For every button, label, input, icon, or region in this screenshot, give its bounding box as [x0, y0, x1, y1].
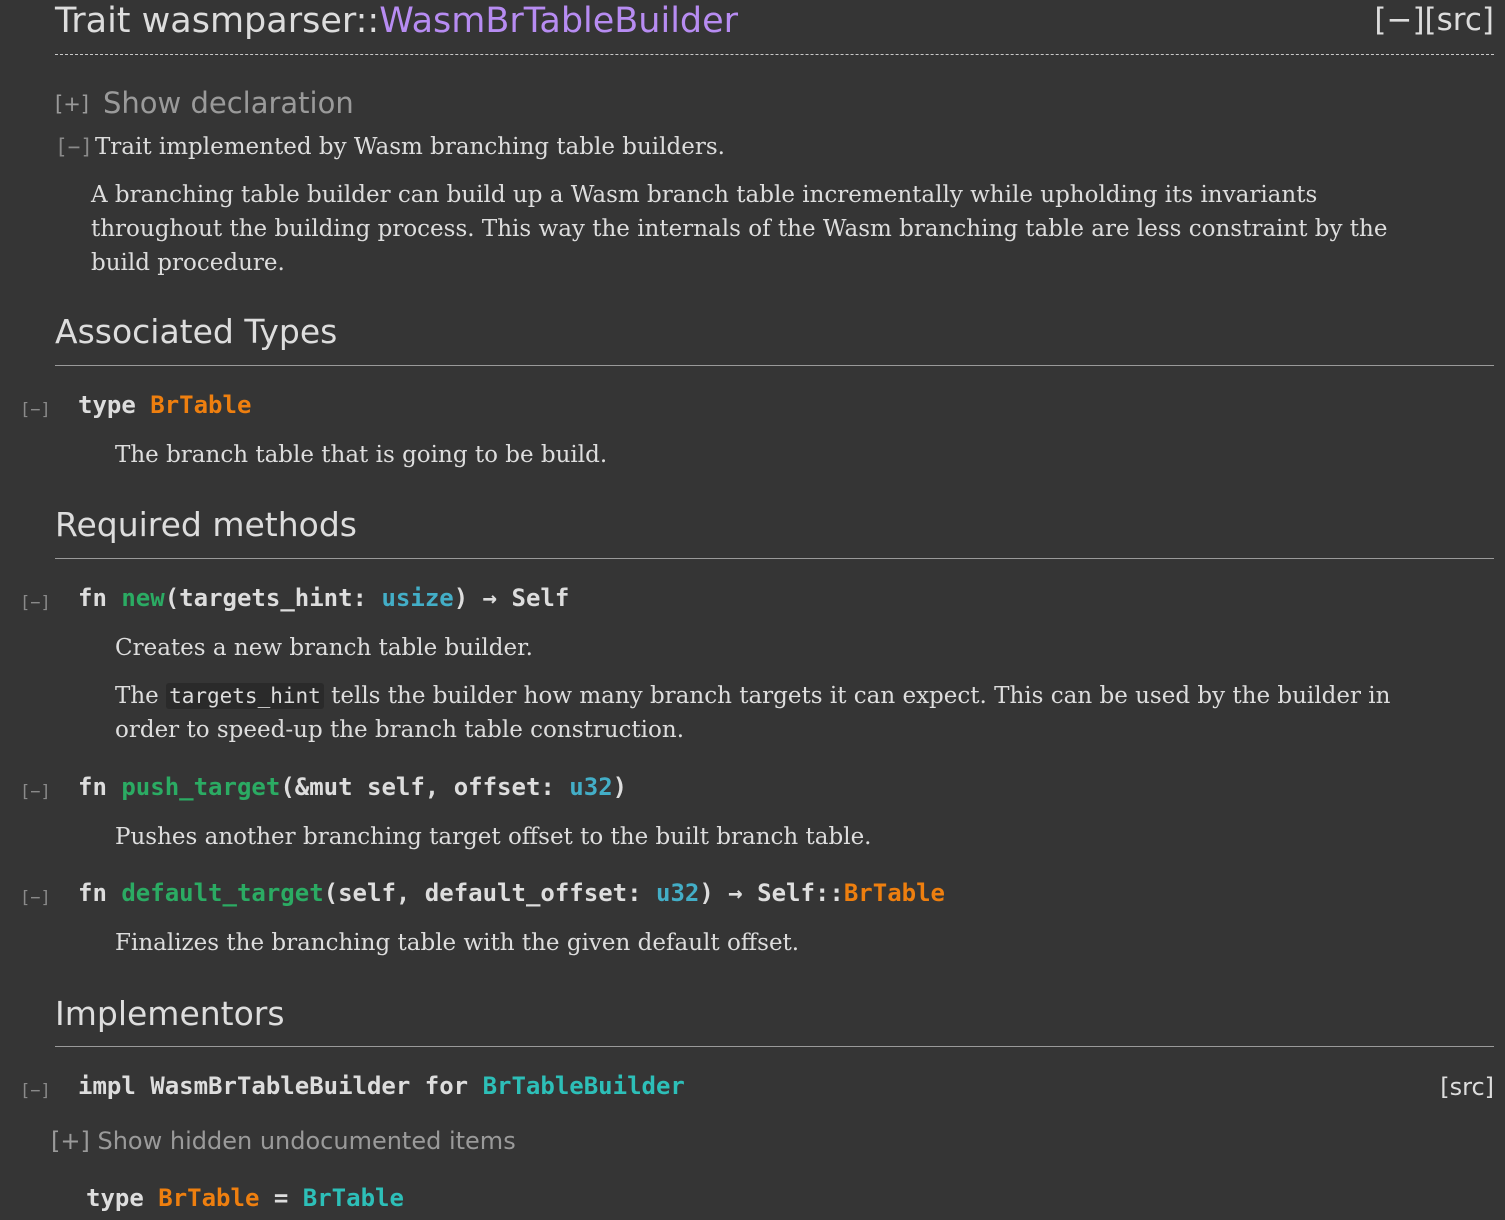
collapse-toggle[interactable]: [−] — [20, 400, 51, 420]
impl-type-line: type BrTable = BrTable — [86, 1183, 404, 1213]
method-signature-new: fn new(targets_hint: usize) → Self — [78, 583, 569, 613]
doc-line: The targets_hint tells the builder how m… — [115, 679, 1495, 713]
method-return: ) → Self — [453, 584, 570, 612]
keyword: fn — [78, 879, 107, 907]
method-args: (self, default_offset: — [323, 879, 656, 907]
primitive-type-link[interactable]: usize — [381, 584, 453, 612]
doc-text: The — [115, 683, 159, 709]
collapse-toggle[interactable]: [−] — [20, 782, 51, 802]
method-name-link[interactable]: default_target — [121, 879, 323, 907]
show-hidden-items-toggle[interactable]: [+] Show hidden undocumented items — [51, 1126, 516, 1156]
struct-link[interactable]: BrTable — [303, 1184, 404, 1212]
method-doc: Finalizes the branching table with the g… — [115, 930, 800, 956]
keyword: fn — [78, 773, 107, 801]
page-title: Trait wasmparser::WasmBrTableBuilder — [55, 0, 738, 42]
expand-toggle[interactable]: [+] — [55, 92, 89, 116]
summary-text: Trait implemented by Wasm branching tabl… — [94, 134, 725, 160]
section-divider — [55, 1046, 1494, 1047]
section-heading-required-methods[interactable]: Required methods — [55, 505, 357, 545]
title-links: [−][src] — [1374, 0, 1494, 40]
docblock-body: A branching table builder can build up a… — [91, 178, 1491, 280]
impl-prefix: impl WasmBrTableBuilder for — [78, 1072, 483, 1100]
method-signature-default-target: fn default_target(self, default_offset: … — [78, 878, 945, 908]
src-link[interactable]: [src] — [1425, 2, 1494, 38]
show-declaration-toggle[interactable]: [+] Show declaration — [55, 86, 354, 121]
collapse-toggle[interactable]: [−] — [20, 593, 51, 613]
assoc-type-doc: The branch table that is going to be bui… — [115, 442, 608, 468]
collapse-toggle[interactable]: [−] — [55, 135, 93, 159]
docblock-summary: [−]Trait implemented by Wasm branching t… — [55, 132, 725, 162]
method-return: ) — [612, 773, 628, 801]
method-doc: Creates a new branch table builder. — [115, 635, 533, 661]
equals-sign: = — [259, 1184, 303, 1212]
method-return: ) → Self:: — [699, 879, 844, 907]
method-args: (targets_hint: — [164, 584, 382, 612]
collapse-toggle[interactable]: [−] — [20, 1081, 51, 1101]
trait-name-link[interactable]: WasmBrTableBuilder — [379, 1, 738, 41]
method-signature-push-target: fn push_target(&mut self, offset: u32) — [78, 772, 627, 802]
keyword: fn — [78, 584, 107, 612]
method-doc-detail: The targets_hint tells the builder how m… — [115, 679, 1495, 747]
doc-text: tells the builder how many branch target… — [331, 683, 1391, 709]
section-heading-associated-types[interactable]: Associated Types — [55, 312, 337, 352]
primitive-type-link[interactable]: u32 — [569, 773, 612, 801]
keyword: type — [78, 391, 136, 419]
method-doc: Pushes another branching target offset t… — [115, 824, 872, 850]
title-prefix: Trait wasmparser:: — [55, 1, 380, 41]
struct-link[interactable]: BrTableBuilder — [483, 1072, 685, 1100]
method-args: (&mut self, offset: — [280, 773, 570, 801]
section-heading-implementors[interactable]: Implementors — [55, 994, 285, 1034]
section-divider — [55, 558, 1494, 559]
impl-src-link[interactable]: [src] — [1440, 1073, 1494, 1101]
expand-toggle[interactable]: [+] — [51, 1127, 90, 1155]
collapse-all-toggle[interactable]: [−] — [1374, 2, 1424, 38]
assoc-type-link[interactable]: BrTable — [844, 879, 945, 907]
impl-signature: impl WasmBrTableBuilder for BrTableBuild… — [78, 1071, 685, 1101]
doc-line: A branching table builder can build up a… — [91, 182, 1318, 208]
inline-code: targets_hint — [166, 683, 324, 709]
doc-line: throughout the building process. This wa… — [91, 216, 1388, 242]
primitive-type-link[interactable]: u32 — [656, 879, 699, 907]
assoc-type-name[interactable]: BrTable — [150, 391, 251, 419]
method-name-link[interactable]: new — [121, 584, 164, 612]
method-name-link[interactable]: push_target — [121, 773, 280, 801]
show-hidden-label[interactable]: Show hidden undocumented items — [97, 1127, 515, 1155]
keyword: type — [86, 1184, 144, 1212]
collapse-toggle[interactable]: [−] — [20, 888, 51, 908]
assoc-type-link[interactable]: BrTable — [158, 1184, 259, 1212]
title-divider — [55, 54, 1494, 55]
section-divider — [55, 365, 1494, 366]
assoc-type-signature: type BrTable — [78, 390, 251, 420]
doc-line: order to speed-up the branch table const… — [115, 717, 685, 743]
doc-line: build procedure. — [91, 250, 285, 276]
show-declaration-label[interactable]: Show declaration — [103, 86, 354, 120]
